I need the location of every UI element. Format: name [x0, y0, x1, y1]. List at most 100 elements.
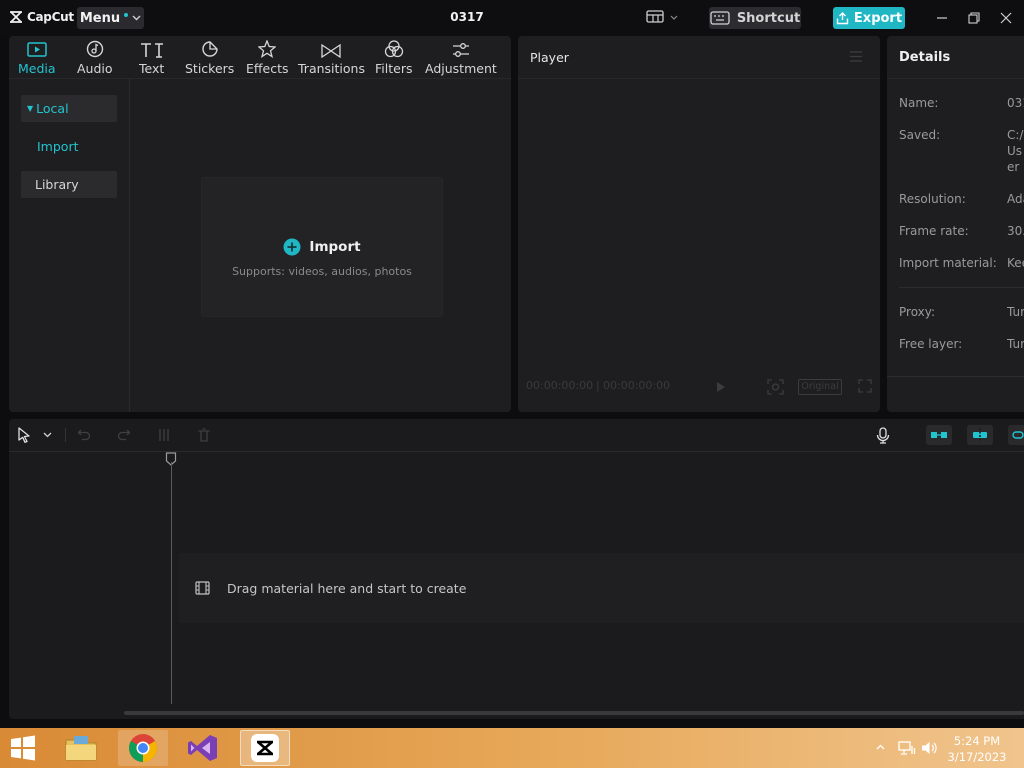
network-icon	[898, 741, 916, 755]
microphone-icon	[876, 427, 890, 444]
redo-icon	[117, 429, 131, 441]
taskbar-chrome[interactable]	[118, 730, 168, 766]
minimize-icon	[937, 17, 947, 19]
nav-import[interactable]: Import	[21, 133, 117, 160]
divider	[9, 451, 1024, 452]
capcut-icon	[251, 734, 279, 762]
details-title: Details	[899, 50, 951, 65]
redo-button[interactable]	[117, 428, 131, 441]
shortcut-label: Shortcut	[736, 10, 801, 26]
select-tool-button[interactable]	[17, 427, 31, 443]
minimize-button[interactable]	[934, 10, 950, 26]
delete-button[interactable]	[197, 428, 211, 442]
tab-label: Media	[18, 61, 56, 76]
timeline-scrollbar[interactable]	[124, 711, 1024, 715]
export-button[interactable]: Export	[833, 7, 905, 29]
tab-text[interactable]: Text	[139, 38, 164, 76]
tab-label: Stickers	[185, 61, 235, 76]
drop-hint-text: Drag material here and start to create	[227, 581, 467, 596]
divider	[899, 287, 1024, 288]
taskbar-file-explorer[interactable]	[56, 730, 106, 766]
filters-icon	[384, 40, 403, 58]
link-icon	[931, 432, 947, 438]
tab-stickers[interactable]: Stickers	[185, 38, 234, 76]
fullscreen-button[interactable]	[858, 379, 872, 393]
media-sub-nav	[9, 79, 130, 412]
windows-logo-icon	[11, 735, 35, 761]
divider	[518, 78, 880, 79]
chevron-down-icon	[43, 432, 52, 438]
close-icon	[1000, 12, 1012, 24]
import-drop-area[interactable]: Import Supports: videos, audios, photos	[201, 177, 443, 317]
split-button[interactable]	[157, 428, 171, 442]
adjustment-icon	[452, 43, 469, 57]
restore-icon	[968, 12, 980, 24]
import-button[interactable]: Import	[202, 238, 442, 256]
show-hidden-icons-button[interactable]	[876, 744, 885, 750]
linkage-button[interactable]	[1008, 425, 1024, 445]
layout-button[interactable]	[646, 10, 678, 24]
add-icon	[283, 238, 301, 256]
menu-dot-icon	[124, 13, 129, 17]
player-menu-button[interactable]	[849, 51, 863, 62]
detail-value-resolution: Adapted	[1007, 192, 1024, 206]
fullscreen-icon	[858, 379, 872, 393]
clock-time: 5:24 PM	[953, 734, 1001, 748]
undo-button[interactable]	[77, 428, 91, 441]
detail-value-frame-rate: 30.00fps	[1007, 224, 1024, 238]
start-button[interactable]	[8, 734, 38, 762]
record-audio-button[interactable]	[876, 427, 890, 444]
trash-icon	[198, 428, 210, 442]
tab-transitions[interactable]: Transitions	[298, 38, 365, 76]
menu-button[interactable]: Menu	[77, 7, 144, 29]
tab-effects[interactable]: Effects	[246, 38, 289, 76]
tab-audio[interactable]: Audio	[77, 38, 113, 76]
project-title: 0317	[450, 10, 484, 24]
taskbar-capcut[interactable]	[240, 730, 290, 766]
shortcut-button[interactable]: Shortcut	[709, 7, 801, 29]
taskbar-clock[interactable]: 5:24 PM 3/17/2023	[940, 733, 1014, 765]
current-time: 00:00:00:00	[526, 379, 594, 392]
speaker-icon	[922, 742, 937, 754]
hamburger-icon	[850, 51, 862, 62]
restore-button[interactable]	[966, 10, 982, 26]
layout-icon	[646, 10, 664, 23]
volume-control[interactable]	[921, 740, 938, 756]
taskbar-visual-studio[interactable]	[178, 730, 228, 766]
main-track-magnet-button[interactable]	[926, 425, 952, 445]
clock-date: 3/17/2023	[947, 750, 1007, 764]
divider	[887, 78, 1024, 79]
capcut-logo-icon	[10, 11, 22, 23]
tab-label: Text	[139, 61, 165, 76]
import-supports-text: Supports: videos, audios, photos	[232, 265, 412, 278]
auto-snapping-button[interactable]	[967, 425, 993, 445]
tab-label: Audio	[77, 61, 113, 76]
player-controls: 00:00:00:00 | 00:00:00:00 Original	[518, 378, 880, 396]
fit-button[interactable]	[767, 379, 784, 395]
detail-value-import-material: Keep	[1007, 256, 1024, 270]
cursor-icon	[18, 427, 30, 443]
detail-label-frame-rate: Frame rate:	[899, 224, 969, 238]
play-button[interactable]	[716, 381, 726, 393]
undo-icon	[77, 429, 91, 441]
detail-value-name: 0317	[1007, 96, 1024, 110]
close-button[interactable]	[998, 10, 1014, 26]
select-tool-dropdown[interactable]	[43, 432, 52, 438]
media-icon	[27, 42, 47, 57]
ratio-button[interactable]: Original	[798, 379, 842, 395]
detail-label-name: Name:	[899, 96, 939, 110]
tab-filters[interactable]: Filters	[375, 38, 412, 76]
tab-adjustment[interactable]: Adjustment	[425, 38, 497, 76]
film-icon	[195, 581, 210, 595]
nav-library[interactable]: Library	[21, 171, 117, 198]
audio-icon	[86, 40, 103, 58]
chrome-icon	[129, 734, 157, 762]
nav-local[interactable]: ▼ Local	[21, 95, 117, 122]
detail-value-saved: C:/Users/0317	[1007, 128, 1024, 174]
network-status[interactable]	[898, 740, 916, 756]
text-icon	[140, 43, 163, 58]
export-icon	[836, 11, 849, 24]
tab-media[interactable]: Media	[18, 38, 56, 76]
nav-local-label: Local	[36, 101, 69, 116]
tab-label: Effects	[246, 61, 289, 76]
